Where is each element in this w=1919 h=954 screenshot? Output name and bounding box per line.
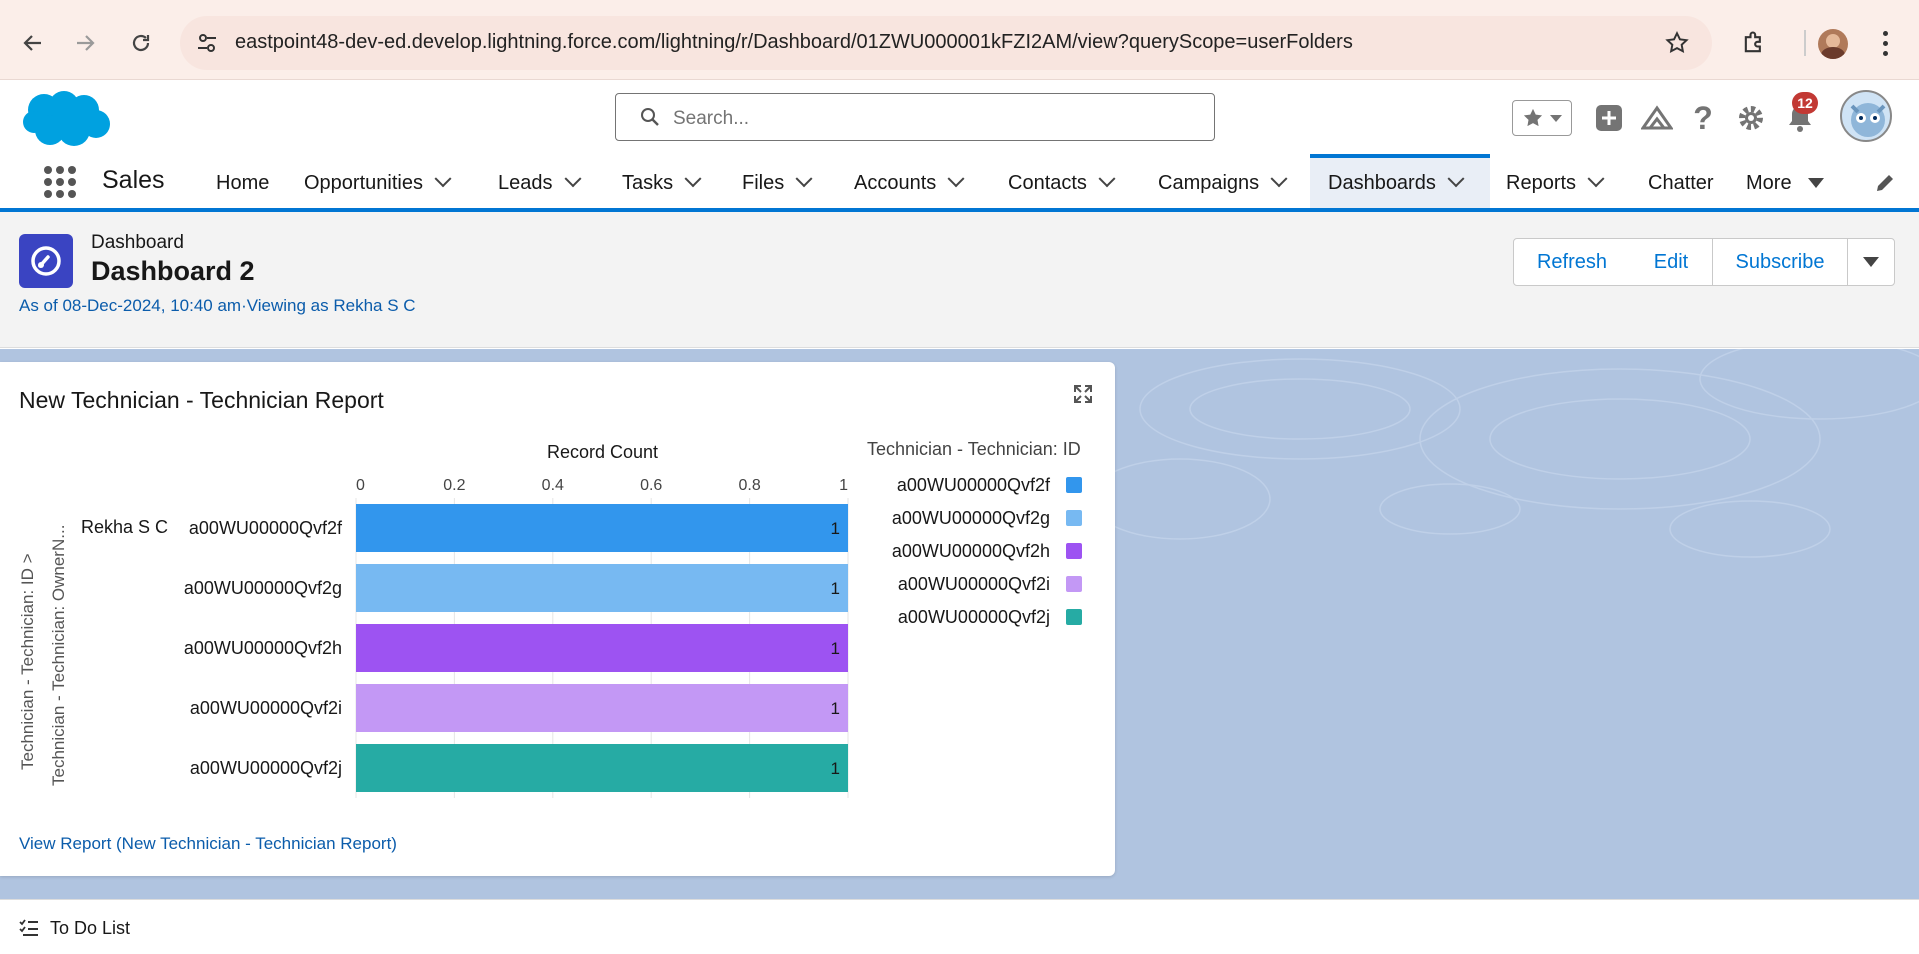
legend-item-label: a00WU00000Qvf2f [897, 475, 1051, 495]
bar [356, 684, 848, 732]
page-title: Dashboard 2 [91, 256, 255, 286]
edit-nav-pencil-icon[interactable] [1874, 172, 1896, 199]
chevron-down-icon[interactable] [1587, 170, 1605, 188]
nav-item-accounts[interactable]: Accounts [854, 158, 965, 208]
forward-icon[interactable] [66, 24, 104, 62]
nav-item-opportunities[interactable]: Opportunities [304, 158, 452, 208]
bar-data-label: 1 [831, 579, 840, 598]
profile-avatar[interactable] [1818, 29, 1848, 59]
bar [356, 624, 848, 672]
refresh-button[interactable]: Refresh [1513, 238, 1631, 286]
x-tick-label: 0.4 [542, 477, 564, 494]
chevron-down-icon[interactable] [795, 170, 813, 188]
chevron-down-icon[interactable] [947, 170, 965, 188]
nav-item-dashboards[interactable]: Dashboards [1310, 154, 1490, 208]
nav-item-files[interactable]: Files [742, 158, 813, 208]
nav-item-more[interactable]: More [1746, 158, 1824, 208]
nav-item-reports[interactable]: Reports [1506, 158, 1605, 208]
bar-chart: 0 0.2 0.4 0.6 0.8 1 1 a00WU00000Qvf2f a00WU00000… [184, 475, 1082, 798]
legend-swatch [1066, 477, 1082, 493]
caret-down-icon[interactable] [1807, 178, 1824, 188]
x-tick-label: 1 [839, 477, 848, 494]
toolbar-divider [1804, 30, 1806, 56]
legend-swatch [1066, 543, 1082, 559]
app-name: Sales [102, 166, 165, 194]
reload-icon[interactable] [122, 24, 160, 62]
user-avatar[interactable] [1840, 90, 1892, 142]
trailhead-icon[interactable] [1640, 100, 1674, 136]
chevron-down-icon[interactable] [684, 170, 702, 188]
chevron-down-icon[interactable] [1270, 170, 1288, 188]
todo-list-icon [19, 919, 39, 942]
bar-data-label: 1 [831, 759, 840, 778]
nav-item-contacts[interactable]: Contacts [1008, 158, 1116, 208]
y-category-label: a00WU00000Qvf2j [190, 758, 342, 778]
nav-item-leads[interactable]: Leads [498, 158, 581, 208]
nav-item-chatter[interactable]: Chatter [1648, 158, 1714, 208]
more-actions-dropdown[interactable] [1847, 238, 1895, 286]
bar [356, 504, 848, 552]
notification-count-badge: 12 [1792, 92, 1818, 114]
x-tick-label: 0.2 [443, 477, 465, 494]
search-icon [640, 107, 660, 132]
salesforce-logo[interactable] [22, 88, 112, 155]
global-actions-icon[interactable] [1594, 100, 1624, 136]
dashboard-timestamp: As of 08-Dec-2024, 10:40 am·Viewing as R… [19, 296, 416, 315]
subscribe-button[interactable]: Subscribe [1712, 238, 1848, 286]
chevron-down-icon[interactable] [564, 170, 581, 188]
y-category-label: a00WU00000Qvf2h [184, 638, 342, 658]
chevron-down-icon[interactable] [1098, 170, 1116, 188]
chevron-down-icon[interactable] [434, 170, 452, 188]
legend-swatch [1066, 576, 1082, 592]
legend-item-label: a00WU00000Qvf2i [898, 574, 1050, 594]
caret-down-icon [1863, 257, 1879, 267]
url-text[interactable]: eastpoint48-dev-ed.develop.lightning.for… [235, 31, 1353, 54]
chevron-down-icon[interactable] [1447, 170, 1465, 188]
legend-item-label: a00WU00000Qvf2j [898, 607, 1050, 627]
edit-button[interactable]: Edit [1630, 238, 1713, 286]
x-tick-label: 0 [356, 477, 365, 494]
y-category-label: a00WU00000Qvf2i [190, 698, 342, 718]
extensions-icon[interactable] [1740, 29, 1768, 62]
bar-data-label: 1 [831, 639, 840, 658]
x-tick-label: 0.8 [738, 477, 760, 494]
nav-item-campaigns[interactable]: Campaigns [1158, 158, 1288, 208]
nav-item-tasks[interactable]: Tasks [622, 158, 702, 208]
legend-swatch [1066, 609, 1082, 625]
bookmark-star-icon[interactable] [1664, 30, 1690, 61]
back-icon[interactable] [14, 24, 52, 62]
legend-item-label: a00WU00000Qvf2h [892, 541, 1050, 561]
help-icon[interactable]: ? [1690, 100, 1716, 136]
app-launcher-icon[interactable] [44, 166, 76, 198]
setup-gear-icon[interactable] [1736, 100, 1766, 136]
dashboard-gauge-icon [19, 234, 73, 288]
x-tick-label: 0.6 [640, 477, 662, 494]
utility-bar [0, 899, 1919, 954]
object-type-label: Dashboard [91, 232, 184, 253]
bar [356, 564, 848, 612]
search-placeholder: Search... [673, 108, 750, 129]
y-category-label: a00WU00000Qvf2g [184, 578, 342, 598]
bar-data-label: 1 [831, 519, 840, 538]
site-info-icon[interactable] [192, 28, 222, 58]
favorites-star-icon[interactable] [1512, 100, 1572, 136]
bar [356, 744, 848, 792]
todo-list-button[interactable]: To Do List [50, 918, 130, 939]
view-report-link[interactable]: View Report (New Technician - Technician… [19, 834, 397, 854]
legend-swatch [1066, 510, 1082, 526]
bar-data-label: 1 [831, 699, 840, 718]
nav-item-home[interactable]: Home [216, 158, 269, 208]
y-category-label: a00WU00000Qvf2f [189, 518, 343, 538]
browser-menu-icon[interactable] [1880, 28, 1890, 58]
legend-item-label: a00WU00000Qvf2g [892, 508, 1050, 528]
